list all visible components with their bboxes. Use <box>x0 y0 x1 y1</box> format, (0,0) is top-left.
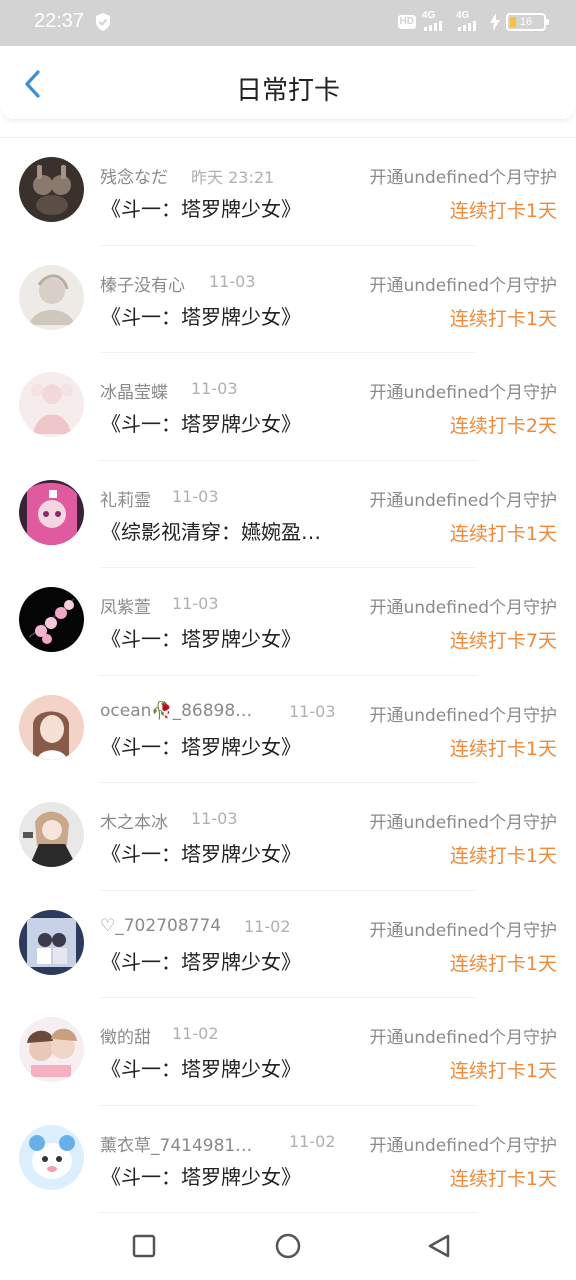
circle-icon <box>275 1233 301 1259</box>
divider <box>100 1212 476 1213</box>
guard-info: 开通undefined个月守护 <box>369 1028 557 1048</box>
guard-info: 开通undefined个月守护 <box>369 705 557 726</box>
username[interactable]: 木之本冰 <box>100 808 168 833</box>
list-item[interactable]: ocean🥀_86898… 11-03 开通undefined个月守护 《斗一：… <box>0 676 576 783</box>
page-title: 日常打卡 <box>235 76 340 106</box>
book-title[interactable]: 《斗一：塔罗牌少女》 <box>101 1053 351 1082</box>
checkin-time: 11-02 <box>289 1131 336 1151</box>
checkin-time: 11-03 <box>172 594 219 613</box>
status-icons: HD 4G 4G 16 <box>397 10 549 33</box>
status-bar: 22:37 HD 4G 4G 16 <box>0 0 576 46</box>
streak-label: 连续打卡1天 <box>449 737 557 760</box>
battery-icon: 16 <box>506 13 549 31</box>
charging-icon <box>490 13 500 31</box>
streak-label: 连续打卡7天 <box>449 630 557 652</box>
username[interactable]: 冰晶莹蝶 <box>100 378 168 403</box>
username[interactable]: 榛子没有心 <box>100 271 185 296</box>
streak-label: 连续打卡1天 <box>449 200 557 222</box>
triangle-back-icon <box>428 1234 450 1258</box>
streak-label: 连续打卡1天 <box>449 307 557 330</box>
checkin-time: 11-02 <box>172 1024 219 1043</box>
avatar[interactable] <box>19 1124 84 1190</box>
checkin-time: 11-03 <box>191 809 238 828</box>
username[interactable]: 凤紫萱 <box>100 593 151 618</box>
list-item[interactable]: 薰衣草_7414981… 11-02 开通undefined个月守护 《斗一：塔… <box>0 1106 576 1213</box>
square-icon <box>132 1234 156 1258</box>
checkin-time: 11-02 <box>244 916 291 936</box>
book-title[interactable]: 《斗一：塔罗牌少女》 <box>101 946 351 975</box>
guard-info: 开通undefined个月守护 <box>369 598 557 618</box>
system-nav-bar <box>0 1214 576 1280</box>
list-item[interactable]: 凤紫萱 11-03 开通undefined个月守护 《斗一：塔罗牌少女》 连续打… <box>0 568 576 676</box>
shield-check-icon <box>96 13 110 31</box>
avatar[interactable] <box>19 479 84 545</box>
avatar[interactable] <box>19 909 84 975</box>
book-title[interactable]: 《综影视清穿：嬿婉盈… <box>101 516 351 545</box>
book-title[interactable]: 《斗一：塔罗牌少女》 <box>101 1161 351 1190</box>
streak-label: 连续打卡1天 <box>449 1167 557 1190</box>
avatar[interactable] <box>19 587 84 652</box>
list-item[interactable]: 冰晶莹蝶 11-03 开通undefined个月守护 《斗一：塔罗牌少女》 连续… <box>0 353 576 461</box>
username[interactable]: ♡_702708774 <box>100 916 221 936</box>
list-item[interactable]: ♡_702708774 11-02 开通undefined个月守护 《斗一：塔罗… <box>0 891 576 998</box>
checkin-list: 残念なだ 昨天 23:21 开通undefined个月守护 《斗一：塔罗牌少女》… <box>0 137 576 1213</box>
username[interactable]: 徵的甜 <box>100 1023 151 1048</box>
username[interactable]: 礼莉霊 <box>100 486 151 511</box>
hd-badge: HD <box>397 15 416 29</box>
list-item[interactable]: 残念なだ 昨天 23:21 开通undefined个月守护 《斗一：塔罗牌少女》… <box>0 138 576 246</box>
signal-4g-icon: 4G <box>456 10 484 32</box>
checkin-time: 11-03 <box>209 271 256 291</box>
guard-info: 开通undefined个月守护 <box>369 168 557 188</box>
recents-button[interactable] <box>129 1231 159 1261</box>
book-title[interactable]: 《斗一：塔罗牌少女》 <box>101 301 351 330</box>
signal-4g-icon: 4G <box>422 10 450 32</box>
guard-info: 开通undefined个月守护 <box>369 275 557 296</box>
avatar[interactable] <box>19 157 84 222</box>
book-title[interactable]: 《斗一：塔罗牌少女》 <box>101 623 351 652</box>
list-item[interactable]: 榛子没有心 11-03 开通undefined个月守护 《斗一：塔罗牌少女》 连… <box>0 246 576 353</box>
header-bar: 日常打卡 <box>0 46 576 120</box>
avatar[interactable] <box>19 1017 84 1082</box>
streak-label: 连续打卡1天 <box>449 952 557 975</box>
guard-info: 开通undefined个月守护 <box>369 383 557 403</box>
guard-info: 开通undefined个月守护 <box>369 1135 557 1156</box>
guard-info: 开通undefined个月守护 <box>369 813 557 833</box>
book-title[interactable]: 《斗一：塔罗牌少女》 <box>101 193 351 222</box>
checkin-time: 昨天 23:21 <box>191 168 275 187</box>
username[interactable]: 残念なだ <box>100 163 168 188</box>
back-nav-button[interactable] <box>424 1231 454 1261</box>
guard-info: 开通undefined个月守护 <box>369 490 557 511</box>
streak-label: 连续打卡1天 <box>449 1060 557 1082</box>
avatar[interactable] <box>19 372 84 437</box>
checkin-time: 11-03 <box>289 701 336 721</box>
list-item[interactable]: 木之本冰 11-03 开通undefined个月守护 《斗一：塔罗牌少女》 连续… <box>0 783 576 891</box>
checkin-time: 11-03 <box>172 486 219 506</box>
streak-label: 连续打卡1天 <box>449 522 557 545</box>
streak-label: 连续打卡2天 <box>449 415 557 437</box>
list-item[interactable]: 徵的甜 11-02 开通undefined个月守护 《斗一：塔罗牌少女》 连续打… <box>0 998 576 1106</box>
status-time: 22:37 <box>34 10 85 32</box>
book-title[interactable]: 《斗一：塔罗牌少女》 <box>101 838 351 867</box>
checkin-time: 11-03 <box>191 379 238 398</box>
streak-label: 连续打卡1天 <box>449 845 557 867</box>
avatar[interactable] <box>19 802 84 867</box>
username[interactable]: ocean🥀_86898… <box>100 701 252 721</box>
guard-info: 开通undefined个月守护 <box>369 920 557 941</box>
username[interactable]: 薰衣草_7414981… <box>100 1131 252 1156</box>
book-title[interactable]: 《斗一：塔罗牌少女》 <box>101 408 351 437</box>
avatar[interactable] <box>19 264 84 330</box>
home-button[interactable] <box>273 1231 303 1261</box>
battery-level: 16 <box>519 16 533 28</box>
book-title[interactable]: 《斗一：塔罗牌少女》 <box>101 731 351 760</box>
avatar[interactable] <box>19 694 84 760</box>
list-item[interactable]: 礼莉霊 11-03 开通undefined个月守护 《综影视清穿：嬿婉盈… 连续… <box>0 461 576 568</box>
